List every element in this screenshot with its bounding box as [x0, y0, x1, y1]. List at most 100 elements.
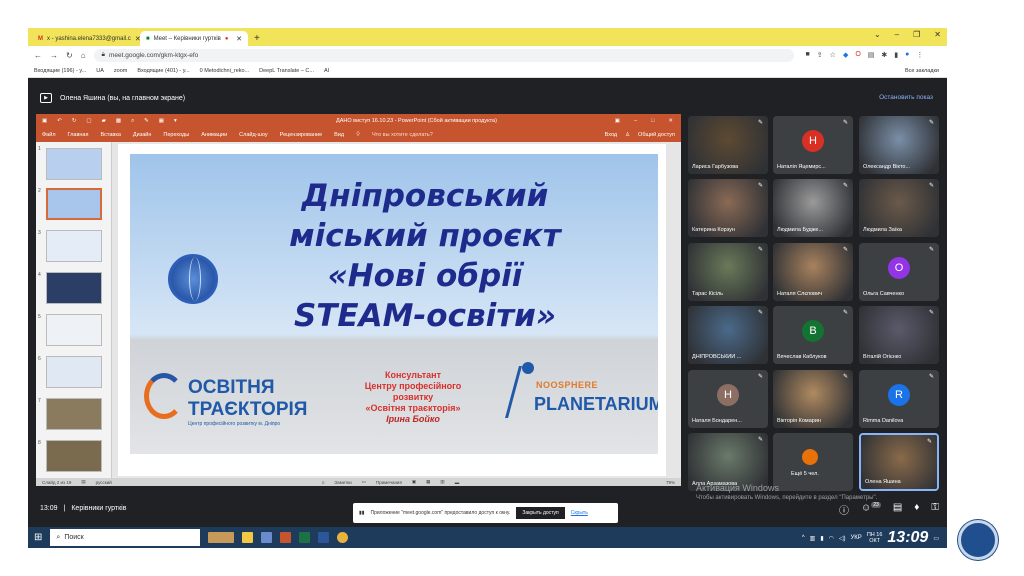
hide-notice-link[interactable]: Скрыть [571, 510, 588, 516]
participant-tile[interactable]: R ✎ Rimma Danilova [859, 370, 939, 428]
camera-icon[interactable]: ■ [806, 51, 810, 59]
participant-tile[interactable]: ✎ Віталій Огієнко [859, 306, 939, 364]
participant-tile[interactable]: ✎ Тарас Кісіль [688, 243, 768, 301]
powerpoint-icon[interactable] [280, 532, 292, 543]
participant-tile[interactable]: ✎ Наталя Слєпович [773, 243, 853, 301]
bookmark-item[interactable]: AI [324, 68, 329, 74]
picture-icon[interactable]: ▩ [116, 118, 121, 124]
sidebar-icon[interactable]: ▮ [894, 51, 898, 59]
chat-icon[interactable]: ▤ [893, 502, 902, 517]
minimize-icon[interactable]: – [634, 118, 637, 124]
close-icon[interactable]: ✕ [236, 35, 242, 43]
bookmark-item[interactable]: zoom [114, 68, 127, 74]
comments-button[interactable]: Примечания [376, 480, 402, 485]
menu-icon[interactable]: ⋮ [916, 51, 923, 59]
save-icon[interactable]: ▣ [42, 118, 47, 124]
taskbar-clock[interactable]: 13:09 [887, 529, 928, 547]
menu-design[interactable]: Дизайн [133, 132, 152, 138]
menu-review[interactable]: Рецензирование [280, 132, 322, 138]
language-indicator[interactable]: УКР [851, 535, 862, 541]
opera-icon[interactable]: O [855, 51, 860, 59]
slide-thumbnail[interactable] [46, 356, 102, 388]
volume-icon[interactable]: ◁) [839, 535, 846, 542]
home-icon[interactable]: ⌂ [81, 51, 86, 60]
view-reading-icon[interactable]: ▥ [440, 479, 444, 485]
shield-icon[interactable]: ◆ [843, 51, 848, 59]
close-window-icon[interactable]: ✕ [934, 30, 941, 39]
format-icon[interactable]: ▦ [159, 118, 164, 124]
slide-thumbnail[interactable] [46, 272, 102, 304]
participant-tile[interactable]: ✎ Вікторія Комарин [773, 370, 853, 428]
language-indicator[interactable]: русский [96, 480, 112, 485]
menu-slideshow[interactable]: Слайд-шоу [239, 132, 268, 138]
participant-tile[interactable]: Н ✎ Наталя Бондарен... [688, 370, 768, 428]
menu-insert[interactable]: Вставка [100, 132, 120, 138]
notes-button[interactable]: Заметки [334, 480, 351, 485]
open-folder-icon[interactable]: ▰ [102, 118, 106, 124]
participant-tile[interactable]: ✎ ДНІПРОВСЬКИЙ ... [688, 306, 768, 364]
stop-presenting-button[interactable]: Остановить показ [879, 94, 933, 101]
brush-icon[interactable]: ✎ [144, 118, 149, 124]
minimize-icon[interactable]: – [895, 30, 899, 39]
notifications-icon[interactable]: ▭ [933, 535, 939, 542]
reload-icon[interactable]: ↻ [66, 51, 73, 60]
menu-view[interactable]: Вид [334, 132, 344, 138]
store-icon[interactable] [261, 532, 273, 543]
ribbon-display-icon[interactable]: ▣ [615, 118, 620, 124]
word-icon[interactable] [318, 532, 330, 543]
activities-icon[interactable]: ♦ [914, 502, 919, 517]
participant-tile[interactable]: ✎ Катерина Корзун [688, 179, 768, 237]
menu-home[interactable]: Главная [68, 132, 89, 138]
profile-icon[interactable]: ● [905, 51, 909, 59]
bookmark-item[interactable]: UA [96, 68, 104, 74]
file-explorer-icon[interactable] [242, 532, 254, 543]
info-icon[interactable]: ⓘ [839, 502, 849, 517]
tray-chevron-icon[interactable]: ^ [802, 535, 805, 541]
excel-icon[interactable] [299, 532, 311, 543]
slide-thumbnail-selected[interactable] [46, 188, 102, 220]
slide-thumbnail[interactable] [46, 440, 102, 472]
slide-thumbnail[interactable] [46, 398, 102, 430]
participant-tile[interactable]: В ✎ Вячеслав Каблуков [773, 306, 853, 364]
slide-thumbnail[interactable] [46, 230, 102, 262]
bookmark-item[interactable]: Входящие (401) - y... [137, 68, 189, 74]
view-sorter-icon[interactable]: ▦ [426, 479, 430, 485]
wifi-icon[interactable]: ◠ [829, 535, 834, 542]
new-file-icon[interactable]: ▢ [86, 118, 91, 124]
chrome-icon[interactable] [337, 532, 349, 543]
reader-icon[interactable]: ▤ [868, 51, 875, 59]
view-normal-icon[interactable]: ▣ [412, 479, 416, 485]
notes-icon[interactable]: ≡ [322, 480, 325, 485]
preview-icon[interactable]: ⌕ [131, 118, 134, 125]
view-slideshow-icon[interactable]: ▬ [455, 480, 460, 485]
host-controls-icon[interactable]: ⚿ [931, 502, 939, 517]
windows-start-icon[interactable]: ⊞ [34, 532, 42, 543]
participant-tile[interactable]: Н ✎ Наталія Яцемирс... [773, 116, 853, 174]
participant-tile[interactable]: ✎ Людмила Заїка [859, 179, 939, 237]
bookmark-item[interactable]: 0 Metodichni_reko... [200, 68, 250, 74]
redo-icon[interactable]: ↻ [72, 118, 77, 124]
menu-animations[interactable]: Анимации [201, 132, 227, 138]
menu-transitions[interactable]: Переходы [163, 132, 189, 138]
forward-icon[interactable]: → [50, 51, 58, 60]
stop-sharing-button[interactable]: Закрыть доступ [516, 507, 565, 519]
people-icon[interactable]: ☺ 23 [861, 502, 881, 517]
maximize-icon[interactable]: □ [651, 118, 654, 124]
share-button[interactable]: Общий доступ [638, 132, 675, 138]
taskbar-app-icon[interactable] [208, 532, 235, 543]
participant-tile[interactable]: ✎ Людмила Будже... [773, 179, 853, 237]
undo-icon[interactable]: ↶ [57, 118, 62, 124]
back-icon[interactable]: ← [34, 51, 42, 60]
bookmark-item[interactable]: Входящие (196) - y... [34, 68, 86, 74]
participant-tile[interactable]: ✎ Олександр Вікто... [859, 116, 939, 174]
participant-tile[interactable]: ✎ Лариса Гарбузова [688, 116, 768, 174]
close-icon[interactable]: ✕ [668, 118, 673, 124]
comments-icon[interactable]: ▭ [362, 479, 366, 485]
taskbar-search[interactable]: ⌕ Поиск [50, 529, 201, 546]
puzzle-icon[interactable]: ✱ [881, 51, 887, 59]
tell-me-field[interactable]: Что вы хотите сделать? [372, 132, 433, 138]
sign-in-link[interactable]: Вход [605, 132, 617, 138]
zoom-level[interactable]: 79% [666, 480, 681, 485]
tab-search-icon[interactable]: ⌄ [874, 30, 881, 39]
slide-thumbnail[interactable] [46, 148, 102, 180]
